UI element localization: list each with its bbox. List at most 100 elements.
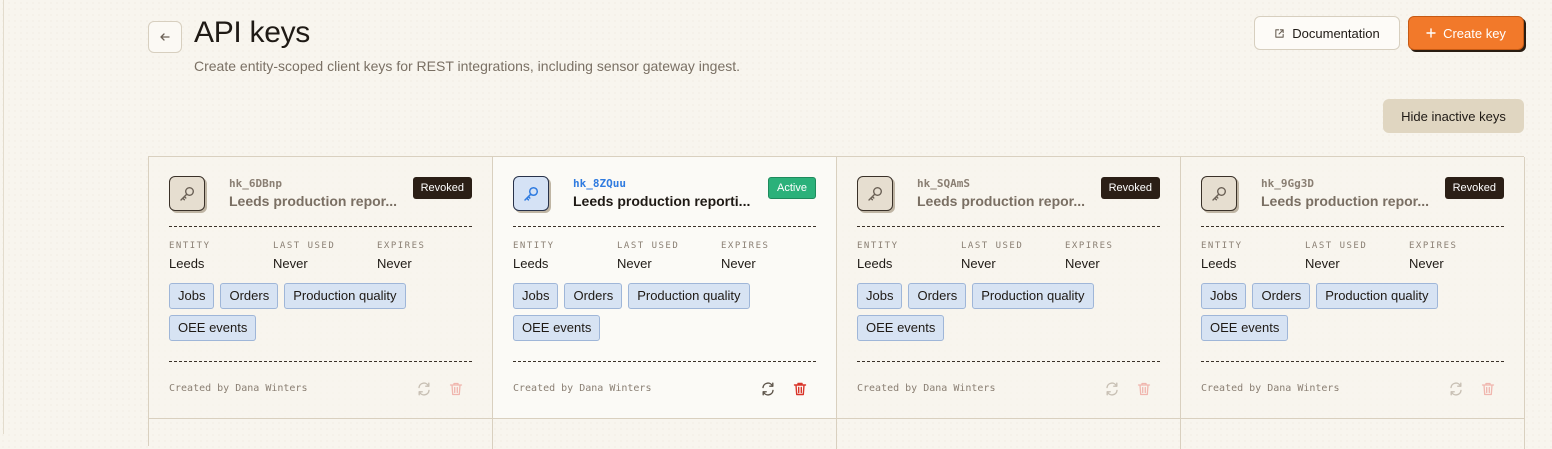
divider (169, 226, 472, 227)
scope-tags: Jobs Orders Production quality OEE event… (857, 283, 1157, 341)
status-badge: Revoked (412, 177, 472, 199)
meta-entity: ENTITY Leeds (1201, 241, 1243, 271)
divider (857, 361, 1160, 362)
key-id: hk_6DBnp (229, 177, 282, 190)
divider (1201, 361, 1504, 362)
key-name: Leeds production repor... (917, 193, 1086, 209)
divider (857, 226, 1160, 227)
meta-label-expires: EXPIRES (1409, 241, 1458, 251)
status-badge: Revoked (1444, 177, 1504, 199)
created-by: Created by Dana Winters (513, 383, 652, 394)
api-key-card: hk_8ZQuu Leeds production reporti... Act… (493, 157, 837, 419)
expires-value: Never (1409, 256, 1444, 271)
api-key-card: hk_6DBnp Leeds production repor... Revok… (149, 157, 493, 419)
plus-icon (1426, 28, 1436, 38)
back-button[interactable] (148, 21, 182, 53)
expires-value: Never (721, 256, 756, 271)
trash-icon[interactable] (448, 381, 464, 397)
status-badge: Revoked (1100, 177, 1160, 199)
create-key-button[interactable]: Create key (1408, 16, 1524, 50)
last-used-value: Never (273, 256, 308, 271)
scope-tag: Orders (908, 283, 967, 309)
scope-tag: Production quality (284, 283, 406, 309)
scope-tags: Jobs Orders Production quality OEE event… (1201, 283, 1501, 341)
created-by: Created by Dana Winters (857, 383, 996, 394)
rotate-key-icon[interactable] (1104, 381, 1120, 397)
api-key-card: hk_SQAmS Leeds production repor... Revok… (837, 157, 1181, 419)
key-name: Leeds production repor... (229, 193, 398, 209)
entity-value: Leeds (857, 256, 893, 271)
meta-expires: EXPIRES Never (1409, 241, 1457, 271)
hide-inactive-keys-label: Hide inactive keys (1401, 108, 1506, 124)
trash-icon[interactable] (1480, 381, 1496, 397)
page-left-rule (3, 0, 4, 434)
status-badge: Active (768, 177, 816, 199)
entity-value: Leeds (513, 256, 549, 271)
expires-value: Never (377, 256, 412, 271)
scope-tag: Orders (1252, 283, 1311, 309)
last-used-value: Never (1305, 256, 1340, 271)
key-icon-box (857, 176, 893, 211)
scope-tag: Jobs (169, 283, 215, 309)
key-icon (1212, 186, 1226, 201)
rotate-key-icon[interactable] (416, 381, 432, 397)
scope-tag: Production quality (1316, 283, 1438, 309)
page-subtitle: Create entity-scoped client keys for RES… (194, 58, 741, 74)
meta-label-last-used: LAST USED (617, 241, 680, 251)
key-name: Leeds production repor... (1261, 193, 1430, 209)
meta-last-used: LAST USED Never (273, 241, 335, 271)
meta-last-used: LAST USED Never (617, 241, 679, 271)
rotate-key-icon[interactable] (1448, 381, 1464, 397)
create-key-button-label: Create key (1443, 25, 1506, 41)
scope-tag: OEE events (1201, 315, 1289, 341)
hide-inactive-keys-button[interactable]: Hide inactive keys (1383, 99, 1524, 133)
trash-icon[interactable] (792, 381, 808, 397)
scope-tags: Jobs Orders Production quality OEE event… (169, 283, 469, 341)
created-by: Created by Dana Winters (169, 383, 308, 394)
scope-tag: Jobs (513, 283, 559, 309)
scope-tag: OEE events (513, 315, 601, 341)
api-key-card-next-row (837, 419, 1181, 449)
divider (513, 361, 816, 362)
key-icon (180, 186, 194, 201)
api-keys-grid: hk_6DBnp Leeds production repor... Revok… (148, 156, 1525, 449)
meta-label-expires: EXPIRES (1065, 241, 1114, 251)
meta-last-used: LAST USED Never (961, 241, 1023, 271)
meta-label-last-used: LAST USED (273, 241, 336, 251)
scope-tag: Orders (564, 283, 623, 309)
entity-value: Leeds (1201, 256, 1237, 271)
meta-entity: ENTITY Leeds (857, 241, 899, 271)
arrow-left-icon (160, 33, 170, 41)
meta-entity: ENTITY Leeds (513, 241, 555, 271)
expires-value: Never (1065, 256, 1100, 271)
trash-icon[interactable] (1136, 381, 1152, 397)
documentation-button[interactable]: Documentation (1254, 16, 1400, 50)
key-id: hk_SQAmS (917, 177, 970, 190)
page-title: API keys (194, 16, 310, 49)
external-link-icon (1275, 28, 1284, 38)
last-used-value: Never (617, 256, 652, 271)
api-key-card: hk_9Gg3D Leeds production repor... Revok… (1181, 157, 1525, 419)
meta-expires: EXPIRES Never (1065, 241, 1113, 271)
documentation-button-label: Documentation (1292, 25, 1380, 41)
key-icon (868, 186, 882, 201)
api-key-card-next-row (1181, 419, 1525, 449)
scope-tag: OEE events (857, 315, 945, 341)
meta-label-entity: ENTITY (1201, 241, 1243, 251)
rotate-key-icon[interactable] (760, 381, 776, 397)
key-icon-box (1201, 176, 1237, 211)
created-by: Created by Dana Winters (1201, 383, 1340, 394)
key-name: Leeds production reporti... (573, 193, 751, 209)
divider (1201, 226, 1504, 227)
meta-label-last-used: LAST USED (961, 241, 1024, 251)
last-used-value: Never (961, 256, 996, 271)
divider (513, 226, 816, 227)
key-icon (524, 186, 539, 201)
scope-tag: Jobs (857, 283, 903, 309)
meta-expires: EXPIRES Never (721, 241, 769, 271)
meta-label-entity: ENTITY (857, 241, 899, 251)
scope-tag: OEE events (169, 315, 257, 341)
key-id: hk_8ZQuu (573, 177, 626, 190)
scope-tag: Orders (220, 283, 279, 309)
api-key-card-next-row (493, 419, 837, 449)
